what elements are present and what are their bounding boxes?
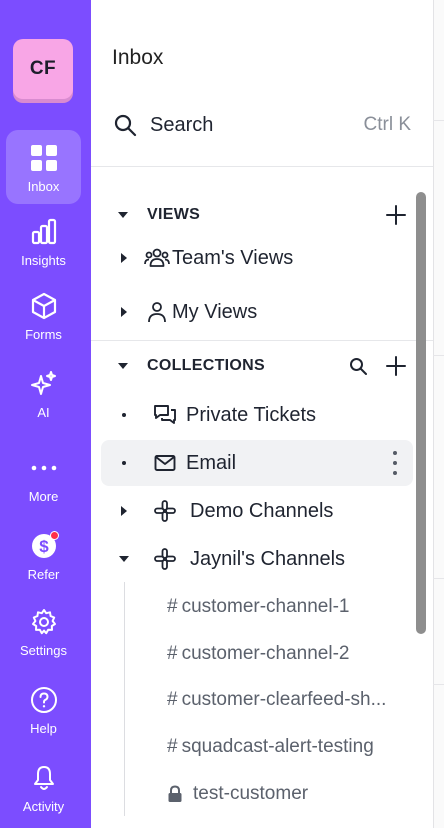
channel-item-private[interactable]: test-customer: [167, 772, 417, 816]
search-icon: [114, 114, 137, 137]
channel-item[interactable]: # customer-clearfeed-sh...: [167, 678, 417, 722]
rail-label-insights: Insights: [21, 253, 66, 268]
question-icon: [29, 685, 59, 715]
divider: [433, 684, 444, 685]
collection-item-label: Demo Channels: [190, 499, 334, 522]
channel-item[interactable]: # customer-channel-2: [167, 632, 417, 676]
bullet-dot: [122, 461, 126, 465]
rail-item-forms[interactable]: Forms: [6, 278, 81, 352]
caret-right-icon[interactable]: [119, 252, 129, 264]
collections-header-label: COLLECTIONS: [147, 357, 265, 374]
svg-text:$: $: [39, 537, 49, 556]
search-collections-button[interactable]: [345, 353, 371, 379]
view-item-label: Team's Views: [172, 246, 294, 269]
caret-down-icon[interactable]: [118, 554, 130, 564]
rail-item-activity[interactable]: Activity: [6, 750, 81, 824]
channel-label: test-customer: [193, 783, 309, 804]
mail-icon: [152, 451, 178, 475]
rail-item-refer[interactable]: $ Refer: [6, 518, 81, 592]
tree-guide-line: [124, 582, 125, 816]
more-options-button[interactable]: [391, 451, 399, 475]
search-shortcut: Ctrl K: [363, 114, 412, 135]
scrollbar-thumb[interactable]: [416, 192, 426, 634]
left-nav-rail: CF Inbox Insights Forms AI More $ Refer …: [0, 0, 91, 828]
view-item-label: My Views: [172, 300, 258, 323]
workspace-avatar[interactable]: CF: [13, 39, 73, 99]
caret-right-icon[interactable]: [119, 505, 129, 517]
grid-icon: [29, 143, 59, 173]
rail-item-more[interactable]: More: [6, 440, 81, 514]
ellipsis-icon: [29, 453, 59, 483]
divider: [433, 120, 444, 121]
view-item-teams-views[interactable]: Team's Views: [101, 235, 413, 281]
rail-label-settings: Settings: [20, 643, 67, 658]
channel-hash: #: [167, 596, 178, 617]
main-content-edge: [433, 0, 444, 828]
rail-item-inbox[interactable]: Inbox: [6, 130, 81, 204]
views-section-header: VIEWS: [91, 200, 413, 230]
collection-item-label: Jaynil's Channels: [190, 547, 346, 570]
rail-item-help[interactable]: Help: [6, 672, 81, 746]
add-collection-button[interactable]: [383, 353, 409, 379]
rail-label-refer: Refer: [27, 567, 60, 582]
sparkle-icon: [29, 369, 59, 399]
views-header-label: VIEWS: [147, 206, 201, 223]
notification-dot: [49, 531, 59, 540]
rail-label-activity: Activity: [22, 799, 65, 814]
search-label: Search: [150, 113, 214, 136]
lock-icon: [168, 785, 182, 802]
plus-icon: [386, 205, 406, 225]
caret-down-icon[interactable]: [117, 209, 129, 221]
channel-hash: #: [167, 736, 178, 757]
team-icon: [144, 246, 170, 270]
slack-icon: [152, 499, 178, 523]
channel-label: customer-channel-1: [181, 596, 350, 617]
chat-bubbles-icon: [152, 403, 178, 427]
view-item-my-views[interactable]: My Views: [101, 289, 413, 335]
rail-label-forms: Forms: [25, 327, 62, 342]
channel-hash: #: [167, 689, 178, 710]
rail-item-settings[interactable]: Settings: [6, 594, 81, 668]
rail-item-insights[interactable]: Insights: [6, 204, 81, 278]
cube-icon: [29, 291, 59, 321]
slack-icon: [152, 547, 178, 571]
channel-label: customer-channel-2: [181, 643, 350, 664]
rail-label-inbox: Inbox: [27, 179, 60, 194]
bar-chart-icon: [29, 217, 59, 247]
collection-item-email[interactable]: Email: [101, 440, 413, 486]
rail-label-more: More: [28, 489, 59, 504]
avatar-initials: CF: [29, 58, 57, 79]
person-icon: [144, 300, 170, 324]
search-icon: [350, 358, 367, 375]
collection-item-label: Private Tickets: [186, 403, 317, 426]
collection-item-private-tickets[interactable]: Private Tickets: [101, 392, 413, 438]
divider: [91, 166, 433, 167]
divider: [433, 578, 444, 579]
collection-item-jaynils-channels[interactable]: Jaynil's Channels: [101, 536, 413, 582]
add-view-button[interactable]: [383, 202, 409, 228]
rail-label-help: Help: [30, 721, 57, 736]
caret-right-icon[interactable]: [119, 306, 129, 318]
search-button[interactable]: Search Ctrl K: [91, 100, 433, 150]
plus-icon: [386, 356, 406, 376]
inbox-panel: Inbox Search Ctrl K VIEWS Team's Views M…: [91, 0, 433, 828]
channel-hash: #: [167, 643, 178, 664]
collection-item-demo-channels[interactable]: Demo Channels: [101, 488, 413, 534]
channel-item[interactable]: # customer-channel-1: [167, 585, 417, 629]
collection-item-label: Email: [186, 451, 237, 474]
bullet-dot: [122, 413, 126, 417]
channel-item[interactable]: # squadcast-alert-testing: [167, 725, 417, 769]
bell-icon: [29, 763, 59, 793]
rail-label-ai: AI: [37, 405, 50, 420]
page-title: Inbox: [112, 46, 164, 69]
divider: [91, 340, 433, 341]
caret-down-icon[interactable]: [117, 360, 129, 372]
rail-item-ai[interactable]: AI: [6, 356, 81, 430]
dollar-badge-icon: $: [29, 531, 59, 561]
gear-icon: [29, 607, 59, 637]
channel-label: customer-clearfeed-sh...: [181, 689, 387, 710]
collections-section-header: COLLECTIONS: [91, 351, 413, 381]
divider: [433, 355, 444, 356]
channel-label: squadcast-alert-testing: [181, 736, 374, 757]
